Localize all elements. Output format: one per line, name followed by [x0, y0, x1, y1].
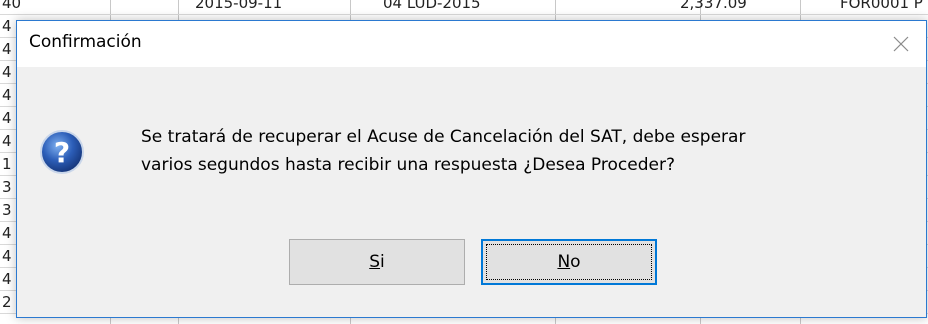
dialog-message: Se tratará de recuperar el Acuse de Canc… [141, 123, 745, 179]
yes-button[interactable]: Si [289, 239, 465, 285]
dialog-title: Confirmación [29, 32, 142, 52]
close-button[interactable] [886, 29, 916, 59]
table-cell: 04 LUD-2015 [383, 0, 481, 12]
message-line-1: Se tratará de recuperar el Acuse de Canc… [141, 127, 746, 147]
table-cell: 2,337.09 [680, 0, 747, 12]
screen: 40 2015-09-11 04 LUD-2015 2,337.09 FOR0001 P… [0, 0, 928, 324]
close-icon [893, 36, 909, 52]
no-button[interactable]: No [481, 239, 657, 285]
dialog-titlebar[interactable]: Confirmación [17, 21, 926, 67]
focus-ring [486, 244, 652, 280]
message-line-2: varios segundos hasta recibir una respue… [141, 155, 675, 175]
confirmation-dialog: Confirmación ? Se tratará de recuperar e… [16, 20, 927, 318]
table-cell: 40 [2, 0, 22, 12]
table-row: 40 2015-09-11 04 LUD-2015 2,337.09 FOR0001 P [0, 0, 928, 15]
table-cell: FOR0001 P [840, 0, 923, 12]
table-cell: 2015-09-11 [195, 0, 283, 12]
yes-button-label: Si [369, 252, 385, 272]
svg-text:?: ? [54, 136, 70, 169]
dialog-body: ? Se tratará de recuperar el Acuse de Ca… [17, 67, 926, 317]
question-icon: ? [39, 129, 85, 175]
